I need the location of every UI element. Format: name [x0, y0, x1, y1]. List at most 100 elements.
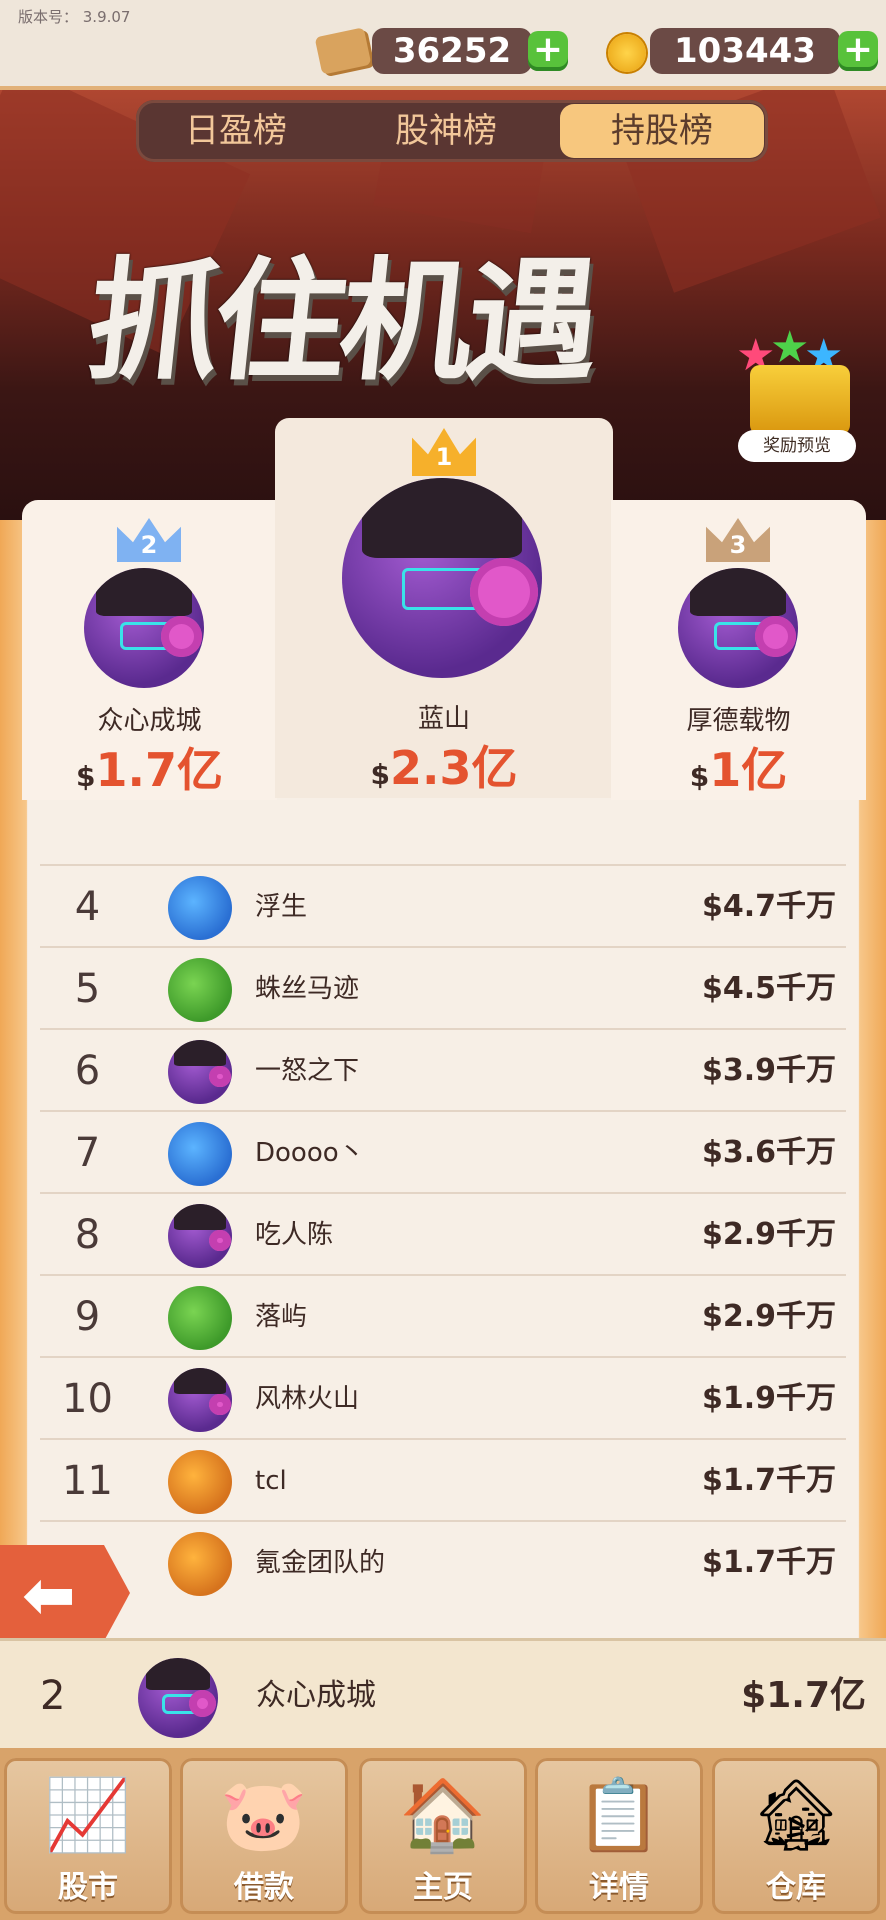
- table-row[interactable]: 6 一怒之下 $3.9千万: [40, 1028, 846, 1112]
- row-name: 落屿: [255, 1302, 308, 1332]
- row-rank: 10: [62, 1376, 113, 1422]
- bottom-nav: 📈 股市 🐷 借款 🏠 主页 📋 详情 🏚 仓库: [0, 1748, 886, 1920]
- avatar[interactable]: [168, 1368, 232, 1432]
- leaderboard-tabs: 日盈榜 股神榜 持股榜: [136, 100, 768, 162]
- row-amount: $4.7千万: [701, 889, 836, 924]
- avatar[interactable]: [168, 1450, 232, 1514]
- nav-label: 股市: [58, 1870, 118, 1905]
- avatar[interactable]: [678, 568, 798, 688]
- row-amount: $4.5千万: [701, 971, 836, 1006]
- nav-details[interactable]: 📋 详情: [535, 1758, 703, 1914]
- row-amount: $3.6千万: [701, 1135, 836, 1170]
- row-name: 蛛丝马迹: [255, 974, 360, 1004]
- player-amount: $2.3亿: [370, 741, 518, 795]
- warehouse-icon: 🏚: [751, 1774, 841, 1856]
- row-rank: 6: [74, 1048, 101, 1094]
- row-amount: $3.9千万: [701, 1053, 836, 1088]
- nav-home[interactable]: 🏠 主页: [359, 1758, 527, 1914]
- piggy-bank-icon: 🐷: [220, 1774, 308, 1856]
- table-row[interactable]: 氪金团队的 $1.7千万: [40, 1520, 846, 1604]
- crown-rank: 3: [729, 531, 747, 559]
- house-icon: 🏠: [399, 1774, 487, 1856]
- avatar[interactable]: [168, 1286, 232, 1350]
- ticket-counter: 36252: [372, 28, 532, 74]
- avatar[interactable]: [168, 958, 232, 1022]
- tab-stock-god[interactable]: 股神榜: [346, 104, 546, 158]
- player-name: 蓝山: [417, 704, 470, 734]
- row-amount: $1.9千万: [701, 1381, 836, 1416]
- avatar[interactable]: [168, 1040, 232, 1104]
- table-row[interactable]: 4 浮生 $4.7千万: [40, 864, 846, 948]
- row-name: 吃人陈: [255, 1220, 334, 1250]
- avatar[interactable]: [168, 1532, 232, 1596]
- tab-daily-profit[interactable]: 日盈榜: [136, 104, 336, 158]
- version-label: 版本号： 3.9.07: [18, 8, 131, 26]
- crown-icon: 3: [706, 518, 770, 562]
- nav-label: 详情: [589, 1870, 649, 1905]
- avatar[interactable]: [168, 1204, 232, 1268]
- my-amount: $1.7亿: [741, 1675, 866, 1716]
- nav-label: 借款: [234, 1870, 294, 1905]
- ticket-icon: [314, 27, 372, 75]
- row-name: 浮生: [255, 892, 308, 922]
- row-rank: 11: [62, 1458, 113, 1504]
- row-rank: 9: [74, 1294, 101, 1340]
- my-rank: 2: [40, 1673, 66, 1719]
- coin-counter: 103443: [650, 28, 840, 74]
- row-name: tcl: [255, 1466, 287, 1496]
- add-ticket-button[interactable]: +: [528, 31, 568, 71]
- avatar[interactable]: [138, 1658, 218, 1738]
- row-amount: $2.9千万: [701, 1217, 836, 1252]
- tab-holdings[interactable]: 持股榜: [560, 104, 764, 158]
- row-rank: 4: [74, 884, 101, 930]
- row-amount: $1.7千万: [701, 1545, 836, 1580]
- ticket-value: 36252: [392, 31, 512, 71]
- nav-warehouse[interactable]: 🏚 仓库: [712, 1758, 880, 1914]
- reward-chest-icon: [750, 365, 850, 435]
- nav-label: 主页: [413, 1870, 473, 1905]
- my-name: 众心成城: [256, 1678, 376, 1713]
- chart-icon: 📈: [44, 1774, 132, 1856]
- player-amount: $1亿: [689, 743, 788, 797]
- row-rank: 7: [74, 1130, 101, 1176]
- banner-title: 抓住机遇: [81, 215, 730, 399]
- row-name: Doooo丶: [255, 1138, 365, 1168]
- row-rank: 8: [74, 1212, 101, 1258]
- table-row[interactable]: 10 风林火山 $1.9千万: [40, 1356, 846, 1440]
- row-name: 风林火山: [255, 1384, 360, 1414]
- avatar[interactable]: [342, 478, 542, 678]
- reward-preview-button[interactable]: ★ ★ ★ 奖励预览: [732, 322, 862, 462]
- row-rank: 5: [74, 966, 101, 1012]
- top-bar: 版本号： 3.9.07 36252 + 103443 +: [0, 0, 886, 90]
- player-name: 众心成城: [97, 706, 202, 736]
- my-rank-row: 2 众心成城 $1.7亿: [0, 1638, 886, 1751]
- crown-icon: 2: [117, 518, 181, 562]
- coin-icon: [608, 34, 646, 72]
- reward-preview-label: 奖励预览: [738, 430, 856, 462]
- back-button[interactable]: ⬅: [0, 1545, 130, 1641]
- row-name: 氪金团队的: [255, 1548, 386, 1578]
- row-name: 一怒之下: [255, 1056, 360, 1086]
- table-row[interactable]: 8 吃人陈 $2.9千万: [40, 1192, 846, 1276]
- arrow-left-icon: ⬅: [22, 1559, 76, 1633]
- table-row[interactable]: 11 tcl $1.7千万: [40, 1438, 846, 1522]
- player-name: 厚德载物: [686, 706, 791, 736]
- avatar[interactable]: [84, 568, 204, 688]
- nav-loan[interactable]: 🐷 借款: [180, 1758, 348, 1914]
- avatar[interactable]: [168, 1122, 232, 1186]
- banner-text: 抓住机遇: [80, 245, 601, 399]
- row-amount: $2.9千万: [701, 1299, 836, 1334]
- profile-card-icon: 📋: [575, 1774, 663, 1856]
- crown-icon: 1: [412, 428, 476, 476]
- nav-stock-market[interactable]: 📈 股市: [4, 1758, 172, 1914]
- table-row[interactable]: 7 Doooo丶 $3.6千万: [40, 1110, 846, 1194]
- table-row[interactable]: 9 落屿 $2.9千万: [40, 1274, 846, 1358]
- coin-value: 103443: [674, 31, 816, 71]
- crown-rank: 2: [140, 531, 158, 559]
- nav-label: 仓库: [766, 1870, 826, 1905]
- player-amount: $1.7亿: [76, 743, 223, 797]
- avatar[interactable]: [168, 876, 232, 940]
- add-coin-button[interactable]: +: [838, 31, 878, 71]
- table-row[interactable]: 5 蛛丝马迹 $4.5千万: [40, 946, 846, 1030]
- podium-third: 3 厚德载物 $1亿: [611, 500, 866, 800]
